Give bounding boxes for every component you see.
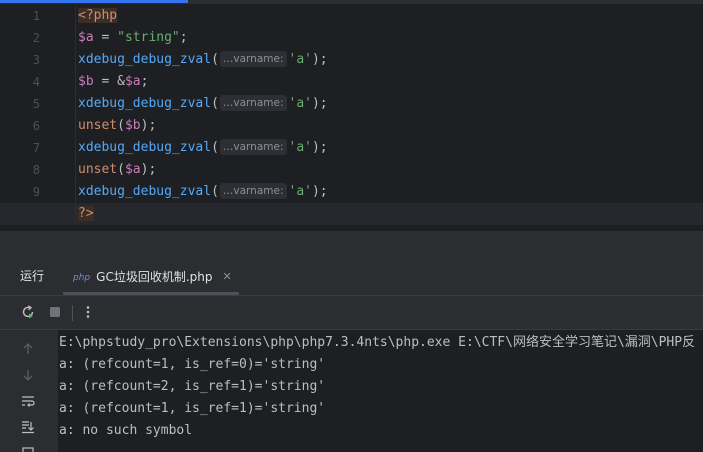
code-line-10[interactable]: ?> xyxy=(0,203,703,225)
parameter-hint: …varname: xyxy=(219,51,287,67)
console-side-toolbar xyxy=(0,330,58,452)
variable-b: $b xyxy=(78,74,94,89)
code-line-4[interactable]: $b = &$a; xyxy=(0,71,703,93)
gutter-divider xyxy=(75,5,76,225)
paren: ( xyxy=(117,162,125,177)
paren: ( xyxy=(211,184,219,199)
keyword-unset: unset xyxy=(78,118,118,133)
function-name: xdebug_debug_zval xyxy=(78,140,212,155)
code-line-7[interactable]: xdebug_debug_zval(…varname:'a'); xyxy=(0,137,703,159)
semicolon: ; xyxy=(179,30,188,45)
console-line: a: (refcount=2, is_ref=1)='string' xyxy=(59,379,326,394)
soft-wrap-icon[interactable] xyxy=(20,393,36,409)
code-line-9[interactable]: xdebug_debug_zval(…varname:'a'); xyxy=(0,181,703,203)
run-tool-window: 运行 php GC垃圾回收机制.php ✕ E:\phpstudy_pro\Ex… xyxy=(0,254,703,452)
argument: 'a' xyxy=(288,52,312,67)
call-close: ); xyxy=(311,184,328,199)
editor-tab-indicator xyxy=(0,0,188,3)
call-close: ); xyxy=(311,140,328,155)
php-close-tag: ?> xyxy=(78,206,94,221)
code-line-2[interactable]: $a = "string"; xyxy=(0,27,703,49)
function-name: xdebug_debug_zval xyxy=(78,96,212,111)
operator: = & xyxy=(93,74,125,89)
php-open-tag: <?php xyxy=(78,8,118,23)
run-config-tab[interactable]: php GC垃圾回收机制.php ✕ xyxy=(73,267,232,285)
panel-splitter[interactable] xyxy=(0,230,703,254)
code-line-5[interactable]: xdebug_debug_zval(…varname:'a'); xyxy=(0,93,703,115)
code-editor[interactable]: 1 2 3 4 5 6 7 8 9 10 <?php $a = "string"… xyxy=(0,0,703,230)
arrow-down-icon[interactable] xyxy=(20,367,36,383)
parameter-hint: …varname: xyxy=(219,183,287,199)
rerun-icon[interactable] xyxy=(20,304,36,320)
string-literal: "string" xyxy=(117,30,180,45)
console-line: a: (refcount=1, is_ref=0)='string' xyxy=(59,357,326,372)
call-close: ); xyxy=(311,96,328,111)
code-line-6[interactable]: unset($b); xyxy=(0,115,703,137)
call-close: ); xyxy=(140,118,157,133)
run-panel-title[interactable]: 运行 xyxy=(20,267,44,284)
console-line: E:\phpstudy_pro\Extensions\php\php7.3.4n… xyxy=(59,335,696,350)
variable-b: $b xyxy=(124,118,141,133)
print-icon[interactable] xyxy=(20,443,36,452)
run-toolbar xyxy=(0,296,703,330)
code-line-1[interactable]: <?php xyxy=(0,5,703,27)
more-options-icon[interactable] xyxy=(80,304,96,320)
console-output[interactable]: E:\phpstudy_pro\Extensions\php\php7.3.4n… xyxy=(59,332,703,442)
paren: ( xyxy=(211,140,219,155)
code-line-8[interactable]: unset($a); xyxy=(0,159,703,181)
php-file-icon: php xyxy=(73,273,91,283)
variable-a: $a xyxy=(78,30,94,45)
arrow-up-icon[interactable] xyxy=(20,341,36,357)
variable-a: $a xyxy=(124,74,141,89)
semicolon: ; xyxy=(140,74,149,89)
console-line: a: (refcount=1, is_ref=1)='string' xyxy=(59,401,326,416)
argument: 'a' xyxy=(288,140,312,155)
argument: 'a' xyxy=(288,96,312,111)
run-tab-label: GC垃圾回收机制.php xyxy=(96,269,213,284)
paren: ( xyxy=(211,52,219,67)
function-name: xdebug_debug_zval xyxy=(78,52,212,67)
parameter-hint: …varname: xyxy=(219,139,287,155)
call-close: ); xyxy=(311,52,328,67)
code-area[interactable]: <?php $a = "string"; xdebug_debug_zval(…… xyxy=(0,5,703,225)
call-close: ); xyxy=(140,162,157,177)
console-line: a: no such symbol xyxy=(59,423,193,438)
toolbar-separator xyxy=(72,305,73,321)
operator: = xyxy=(93,30,118,45)
run-header: 运行 php GC垃圾回收机制.php ✕ xyxy=(0,254,703,296)
scroll-to-end-icon[interactable] xyxy=(20,419,36,435)
variable-a: $a xyxy=(124,162,141,177)
code-line-3[interactable]: xdebug_debug_zval(…varname:'a'); xyxy=(0,49,703,71)
parameter-hint: …varname: xyxy=(219,95,287,111)
argument: 'a' xyxy=(288,184,312,199)
function-name: xdebug_debug_zval xyxy=(78,184,212,199)
keyword-unset: unset xyxy=(78,162,118,177)
paren: ( xyxy=(117,118,125,133)
stop-icon[interactable] xyxy=(47,304,63,320)
paren: ( xyxy=(211,96,219,111)
close-icon[interactable]: ✕ xyxy=(222,270,231,283)
